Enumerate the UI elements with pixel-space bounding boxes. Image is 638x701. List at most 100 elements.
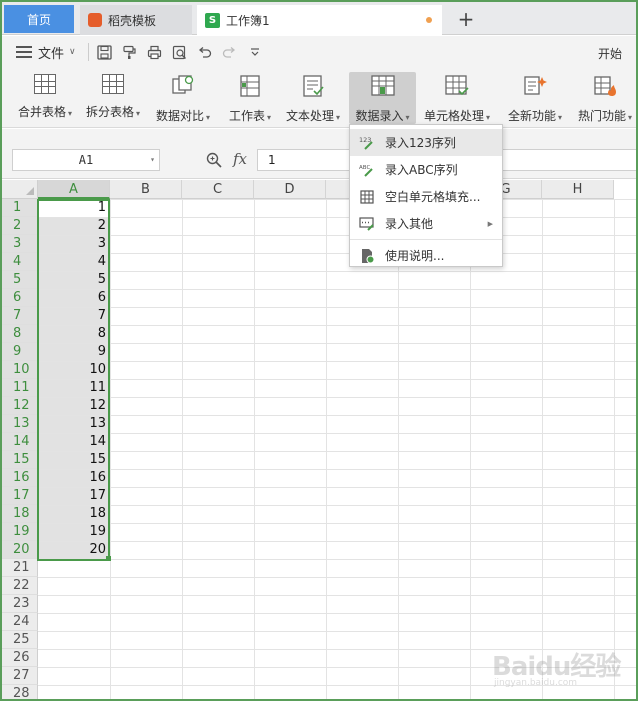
- row-header[interactable]: 26: [2, 649, 38, 667]
- row-header[interactable]: 11: [2, 379, 38, 397]
- text-process-button[interactable]: 文本处理 ▾: [282, 72, 344, 124]
- baidu-watermark: Baidu经验 jingyan.baidu.com: [492, 632, 622, 692]
- row-header[interactable]: 6: [2, 289, 38, 307]
- sequence-abc-icon: ABC: [359, 162, 375, 178]
- column-header-b[interactable]: B: [110, 180, 182, 199]
- row-header[interactable]: 15: [2, 451, 38, 469]
- row-header[interactable]: 8: [2, 325, 38, 343]
- row-header[interactable]: 2: [2, 217, 38, 235]
- row-header[interactable]: 4: [2, 253, 38, 271]
- row-header[interactable]: 5: [2, 271, 38, 289]
- row-header[interactable]: 1: [2, 199, 38, 217]
- column-gridline: [182, 199, 183, 699]
- chevron-down-icon[interactable]: ▾: [150, 150, 155, 170]
- tab-workbook[interactable]: S 工作簿1: [197, 5, 442, 35]
- undo-icon[interactable]: [197, 44, 213, 60]
- hot-feature-button[interactable]: 热门功能 ▾: [574, 72, 636, 124]
- row-gridline: [38, 433, 636, 434]
- tab-template[interactable]: 稻壳模板: [80, 5, 192, 35]
- row-header[interactable]: 18: [2, 505, 38, 523]
- row-gridline: [38, 397, 636, 398]
- unsaved-dot-icon: [426, 17, 432, 23]
- data-compare-button[interactable]: 数据对比 ▾: [152, 72, 214, 124]
- new-feature-button[interactable]: 全新功能 ▾: [504, 72, 566, 124]
- other-entry-icon: [359, 216, 375, 232]
- row-header[interactable]: 28: [2, 685, 38, 699]
- more-caret-icon[interactable]: [247, 44, 263, 60]
- data-compare-icon: [170, 74, 196, 98]
- tab-start[interactable]: 开始: [598, 45, 622, 62]
- column-header-a[interactable]: A: [38, 180, 110, 199]
- row-gridline: [38, 469, 636, 470]
- row-header[interactable]: 19: [2, 523, 38, 541]
- row-gridline: [38, 325, 636, 326]
- chevron-right-icon: ▶: [487, 219, 493, 228]
- row-header[interactable]: 27: [2, 667, 38, 685]
- spreadsheet-grid[interactable]: ABCDEFGH12345678910111213141516171819202…: [2, 180, 636, 699]
- row-gridline: [38, 289, 636, 290]
- row-header[interactable]: 10: [2, 361, 38, 379]
- menu-item-help[interactable]: 使用说明...: [350, 242, 502, 269]
- svg-text:123: 123: [359, 136, 371, 144]
- column-header-d[interactable]: D: [254, 180, 326, 199]
- row-header[interactable]: 9: [2, 343, 38, 361]
- row-gridline: [38, 379, 636, 380]
- name-box-value: A1: [78, 153, 94, 167]
- column-header-h[interactable]: H: [542, 180, 614, 199]
- tab-home[interactable]: 首页: [4, 5, 74, 33]
- row-header[interactable]: 16: [2, 469, 38, 487]
- column-header-c[interactable]: C: [182, 180, 254, 199]
- row-header[interactable]: 25: [2, 631, 38, 649]
- row-gridline: [38, 199, 636, 200]
- formula-bar: A1 ▾ fx 1: [2, 129, 636, 179]
- row-header[interactable]: 23: [2, 595, 38, 613]
- row-header[interactable]: 3: [2, 235, 38, 253]
- worksheet-button[interactable]: 工作表 ▾: [224, 72, 276, 124]
- row-header[interactable]: 14: [2, 433, 38, 451]
- row-header[interactable]: 20: [2, 541, 38, 559]
- zoom-icon[interactable]: [206, 152, 222, 168]
- menu-item-entry-other[interactable]: 录入其他 ▶: [350, 210, 502, 237]
- menu-item-blank-fill[interactable]: 空白单元格填充...: [350, 183, 502, 210]
- redo-icon[interactable]: [222, 44, 238, 60]
- menu-divider: [350, 239, 502, 240]
- row-header[interactable]: 7: [2, 307, 38, 325]
- row-header[interactable]: 22: [2, 577, 38, 595]
- save-icon[interactable]: [97, 44, 113, 60]
- row-gridline: [38, 235, 636, 236]
- row-gridline: [38, 253, 636, 254]
- chevron-down-icon[interactable]: ∨: [69, 47, 76, 57]
- menu-item-entry-abc[interactable]: ABC 录入ABC序列: [350, 156, 502, 183]
- name-box[interactable]: A1 ▾: [12, 149, 160, 171]
- column-gridline: [614, 199, 615, 699]
- column-gridline: [470, 199, 471, 699]
- app-window: 首页 稻壳模板 S 工作簿1 + 文件 ∨ 开始 合并表格 ▾ 拆分表格 ▾ 数…: [0, 0, 638, 701]
- row-gridline: [38, 613, 636, 614]
- new-feature-icon: [522, 74, 548, 98]
- fill-handle[interactable]: [106, 556, 111, 561]
- file-menu[interactable]: 文件: [38, 43, 64, 62]
- row-gridline: [38, 541, 636, 542]
- split-table-button[interactable]: 拆分表格 ▾: [82, 72, 144, 124]
- data-entry-button[interactable]: 数据录入 ▾: [349, 72, 416, 124]
- cell-process-button[interactable]: 单元格处理 ▾: [421, 72, 493, 124]
- print-icon[interactable]: [147, 44, 163, 60]
- new-tab-button[interactable]: +: [454, 7, 478, 31]
- fx-icon[interactable]: fx: [233, 150, 247, 168]
- help-doc-icon: [359, 248, 375, 264]
- menu-item-entry-123[interactable]: 123 录入123序列: [350, 129, 502, 156]
- row-header[interactable]: 21: [2, 559, 38, 577]
- select-all-corner[interactable]: [2, 180, 38, 199]
- row-gridline: [38, 271, 636, 272]
- row-header[interactable]: 13: [2, 415, 38, 433]
- row-header[interactable]: 12: [2, 397, 38, 415]
- text-process-icon: [300, 74, 326, 98]
- hamburger-icon[interactable]: [16, 46, 32, 58]
- merge-table-button[interactable]: 合并表格 ▾: [14, 72, 76, 124]
- tab-template-label: 稻壳模板: [108, 13, 157, 28]
- format-painter-icon[interactable]: [122, 44, 138, 60]
- row-header[interactable]: 17: [2, 487, 38, 505]
- print-preview-icon[interactable]: [172, 44, 188, 60]
- row-header[interactable]: 24: [2, 613, 38, 631]
- row-gridline: [38, 361, 636, 362]
